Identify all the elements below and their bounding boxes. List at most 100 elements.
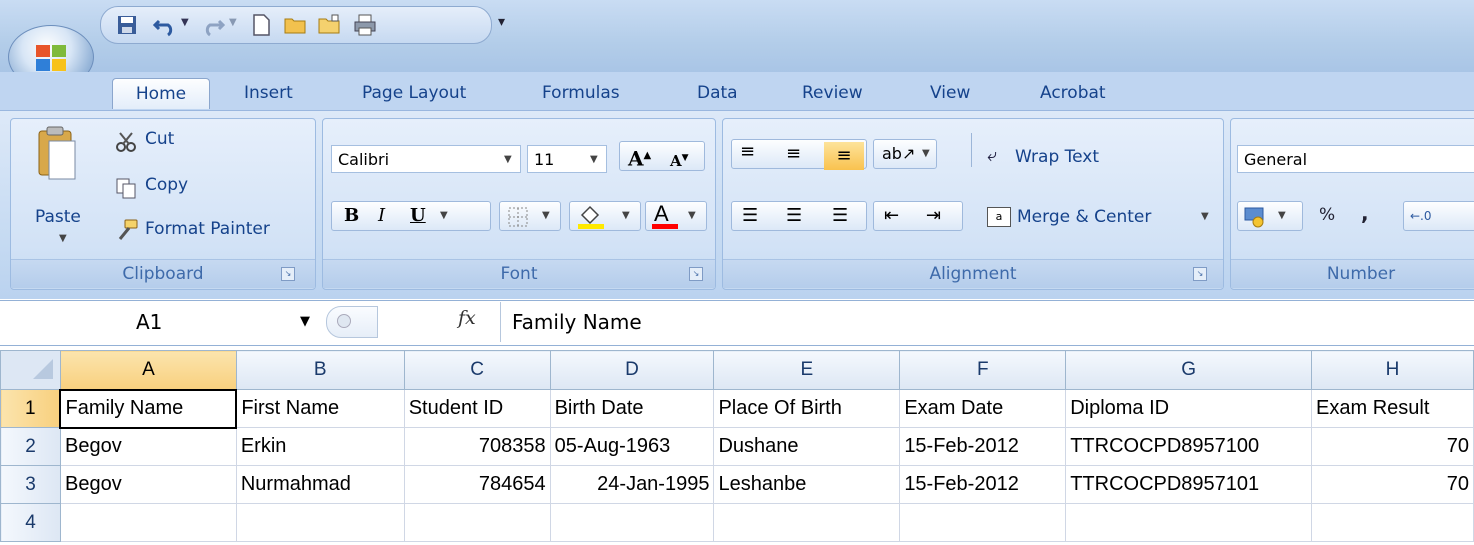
tab-data[interactable]: Data: [697, 78, 738, 108]
cell[interactable]: Birth Date: [549, 389, 715, 428]
row-header[interactable]: 4: [0, 503, 61, 542]
cell[interactable]: 15-Feb-2012: [899, 427, 1067, 466]
print-icon[interactable]: [353, 13, 377, 37]
row-header[interactable]: 2: [0, 427, 61, 466]
column-header[interactable]: F: [899, 350, 1067, 390]
tab-review[interactable]: Review: [802, 78, 863, 108]
increase-indent-icon[interactable]: ⇥: [926, 202, 941, 230]
chevron-down-icon[interactable]: ▼: [504, 146, 512, 174]
grow-font-icon[interactable]: A▲: [628, 142, 651, 173]
dialog-launcher-icon[interactable]: ↘: [1193, 267, 1207, 281]
paste-button[interactable]: Paste ▼: [19, 123, 99, 253]
cell[interactable]: 70: [1311, 465, 1474, 504]
orientation-button[interactable]: ab↗ ▼: [873, 139, 937, 169]
cell[interactable]: Erkin: [235, 427, 405, 466]
cell[interactable]: Leshanbe: [713, 465, 901, 504]
cell[interactable]: TTRCOCPD8957101: [1065, 465, 1313, 504]
cell[interactable]: Begov: [59, 427, 237, 466]
row-header[interactable]: 3: [0, 465, 61, 504]
align-center-icon[interactable]: ☰: [786, 202, 802, 230]
row-header[interactable]: 1: [0, 389, 61, 428]
font-name-combo[interactable]: Calibri ▼: [331, 145, 521, 173]
cell[interactable]: 24-Jan-1995: [549, 465, 715, 504]
save-icon[interactable]: [115, 13, 139, 37]
underline-dropdown-icon[interactable]: ▼: [440, 202, 448, 230]
formula-content[interactable]: Family Name: [512, 307, 642, 337]
undo-dropdown-icon[interactable]: ▼: [181, 17, 189, 28]
fill-color-button[interactable]: ▼: [569, 201, 641, 231]
cell[interactable]: Dushane: [713, 427, 901, 466]
redo-dropdown-icon[interactable]: ▼: [229, 17, 237, 28]
chevron-down-icon[interactable]: ▼: [922, 140, 930, 168]
cell[interactable]: First Name: [235, 389, 405, 428]
shrink-font-icon[interactable]: A▼: [670, 144, 689, 175]
cell[interactable]: [59, 503, 237, 542]
cell[interactable]: Diploma ID: [1065, 389, 1313, 428]
insert-function-icon[interactable]: fx: [458, 307, 476, 329]
cell[interactable]: Exam Date: [899, 389, 1067, 428]
cell[interactable]: Nurmahmad: [235, 465, 405, 504]
column-header[interactable]: C: [403, 350, 551, 390]
font-color-button[interactable]: A ▼: [645, 201, 707, 231]
customize-toolbar-icon[interactable]: ▾: [498, 14, 505, 30]
number-format-combo[interactable]: General: [1237, 145, 1474, 173]
paste-dropdown-icon[interactable]: ▼: [59, 233, 67, 244]
column-header[interactable]: A: [59, 350, 237, 390]
tab-acrobat[interactable]: Acrobat: [1040, 78, 1106, 108]
tab-home[interactable]: Home: [112, 78, 210, 109]
cell[interactable]: [1311, 503, 1474, 542]
cell[interactable]: 784654: [403, 465, 551, 504]
cell[interactable]: TTRCOCPD8957100: [1065, 427, 1313, 466]
tab-formulas[interactable]: Formulas: [542, 78, 620, 108]
font-size-combo[interactable]: 11 ▼: [527, 145, 607, 173]
borders-button[interactable]: ▼: [499, 201, 561, 231]
column-header[interactable]: G: [1065, 350, 1313, 390]
column-header[interactable]: E: [713, 350, 901, 390]
name-box[interactable]: A1 ▼: [10, 307, 310, 337]
column-header[interactable]: D: [549, 350, 715, 390]
dialog-launcher-icon[interactable]: ↘: [689, 267, 703, 281]
cell[interactable]: [549, 503, 715, 542]
cell[interactable]: [403, 503, 551, 542]
italic-button[interactable]: I: [378, 202, 385, 230]
cell[interactable]: Student ID: [403, 389, 551, 428]
cell[interactable]: 05-Aug-1963: [549, 427, 715, 466]
chevron-down-icon[interactable]: ▼: [622, 202, 630, 230]
cell[interactable]: Place Of Birth: [713, 389, 901, 428]
cell-a1[interactable]: Family Name: [59, 388, 238, 429]
cell[interactable]: [1065, 503, 1313, 542]
redo-icon[interactable]: [201, 13, 225, 37]
column-header[interactable]: B: [235, 350, 405, 390]
folder-icon[interactable]: [317, 13, 341, 37]
accounting-format-button[interactable]: ▼: [1237, 201, 1303, 231]
align-left-icon[interactable]: ☰: [742, 202, 758, 230]
tab-view[interactable]: View: [930, 78, 970, 108]
increase-decimal-icon[interactable]: ←.0: [1410, 202, 1432, 230]
dialog-launcher-icon[interactable]: ↘: [281, 267, 295, 281]
tab-page-layout[interactable]: Page Layout: [362, 78, 466, 108]
top-align-icon[interactable]: ≡: [740, 138, 755, 166]
percent-style-button[interactable]: %: [1319, 205, 1335, 225]
select-all-corner[interactable]: [0, 350, 61, 390]
cell[interactable]: [713, 503, 901, 542]
cell[interactable]: Exam Result: [1311, 389, 1474, 428]
chevron-down-icon[interactable]: ▼: [1278, 202, 1286, 230]
new-document-icon[interactable]: [249, 13, 273, 37]
formula-bar-splitter[interactable]: [326, 306, 378, 338]
bottom-align-icon[interactable]: ≡: [824, 142, 864, 170]
cell[interactable]: Begov: [59, 465, 237, 504]
decrease-indent-icon[interactable]: ⇤: [884, 202, 899, 230]
chevron-down-icon[interactable]: ▼: [590, 146, 598, 174]
tab-insert[interactable]: Insert: [244, 78, 293, 108]
cell[interactable]: [235, 503, 405, 542]
cell[interactable]: 70: [1311, 427, 1474, 466]
middle-align-icon[interactable]: ≡: [786, 140, 801, 168]
cell[interactable]: 15-Feb-2012: [899, 465, 1067, 504]
column-header[interactable]: H: [1311, 350, 1474, 390]
cell[interactable]: 708358: [403, 427, 551, 466]
chevron-down-icon[interactable]: ▼: [300, 307, 310, 337]
comma-style-button[interactable]: ,: [1361, 201, 1369, 225]
chevron-down-icon[interactable]: ▼: [688, 202, 696, 230]
align-right-icon[interactable]: ☰: [832, 202, 848, 230]
undo-icon[interactable]: [153, 13, 177, 37]
